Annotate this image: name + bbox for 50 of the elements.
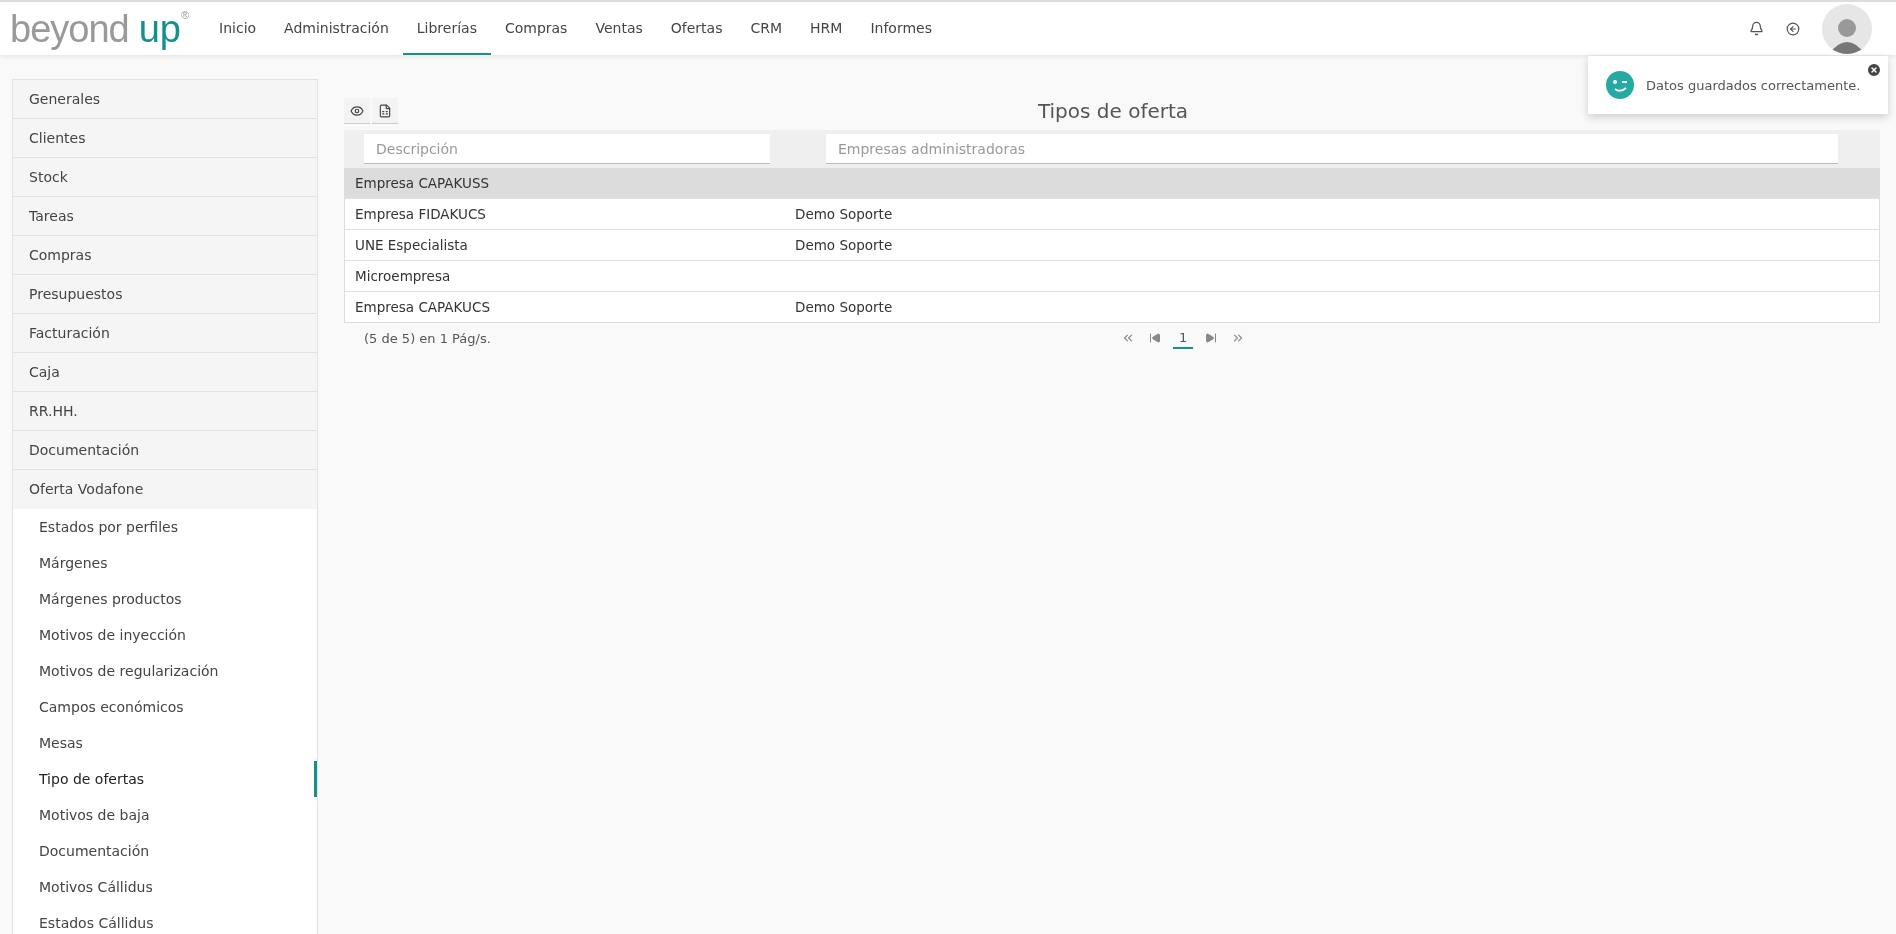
nav-tab[interactable]: Compras (490, 2, 582, 55)
table-row[interactable]: Empresa CAPAKUSS (345, 168, 1879, 199)
table-row[interactable]: Microempresa (345, 261, 1879, 292)
sidebar-group[interactable]: Oferta Vodafone (13, 470, 317, 509)
table-cell-text: Demo Soporte (794, 237, 893, 253)
spreadsheet-icon (378, 103, 392, 118)
toast-message: Datos guardados correctamente. (1646, 77, 1861, 93)
table-cell-text: Demo Soporte (794, 206, 893, 222)
sidebar-group[interactable]: Generales (13, 80, 317, 119)
nav-tab[interactable]: Inicio (205, 2, 271, 55)
logo[interactable]: beyond up® (10, 8, 190, 49)
table-cell-text: Microempresa (354, 268, 452, 284)
sidebar-group[interactable]: Stock (13, 158, 317, 197)
nav-tab[interactable]: Ofertas (656, 2, 737, 55)
table-row[interactable]: Empresa CAPAKUCS Demo Soporte (345, 292, 1879, 322)
sidebar-group[interactable]: Caja (13, 353, 317, 392)
winking-face-icon (1606, 71, 1634, 99)
filter-field[interactable]: Empresas administradoras (826, 134, 1838, 164)
table-row[interactable]: Empresa FIDAKUCS Demo Soporte (345, 199, 1879, 230)
avatar[interactable] (1822, 3, 1872, 54)
previous-page-icon[interactable] (1147, 330, 1163, 346)
sidebar-group[interactable]: Presupuestos (13, 275, 317, 314)
nav-tab[interactable]: Librerías (402, 2, 491, 55)
table-cell-text: Empresa CAPAKUCS (354, 299, 491, 315)
close-icon[interactable] (1866, 62, 1882, 78)
nav-tab[interactable]: Ventas (581, 2, 657, 55)
sidebar-group[interactable]: Compras (13, 236, 317, 275)
table-cell-text: Empresa CAPAKUSS (354, 175, 491, 191)
nav-tab[interactable]: CRM (736, 2, 797, 55)
nav-tab[interactable]: HRM (796, 2, 857, 55)
filter-field[interactable]: Descripción (364, 134, 770, 164)
nav-tab[interactable]: Informes (856, 2, 946, 55)
notification-bell-icon[interactable] (1749, 21, 1764, 36)
table-row[interactable]: UNE Especialista Demo Soporte (345, 230, 1879, 261)
table-cell-text: UNE Especialista (354, 237, 469, 253)
sidebar-group[interactable]: Facturación (13, 314, 317, 353)
sidebar-group[interactable]: Documentación (13, 431, 317, 470)
view-button[interactable] (344, 98, 370, 124)
sidebar-group[interactable]: Tareas (13, 197, 317, 236)
pagination-summary: (5 de 5) en 1 Pág/s. (363, 330, 492, 346)
table-cell-text: Empresa FIDAKUCS (354, 206, 487, 222)
eye-icon (350, 103, 364, 118)
table-cell-text: Demo Soporte (794, 299, 893, 315)
page-title: Tipos de oferta (1037, 99, 1189, 123)
sidebar-group[interactable]: Clientes (13, 119, 317, 158)
sidebar-group[interactable]: RR.HH. (13, 392, 317, 431)
logout-icon[interactable] (1786, 21, 1800, 36)
export-excel-button[interactable] (372, 98, 398, 124)
nav-tab[interactable]: Administración (270, 2, 403, 55)
page-number[interactable]: 1 (1173, 327, 1194, 349)
